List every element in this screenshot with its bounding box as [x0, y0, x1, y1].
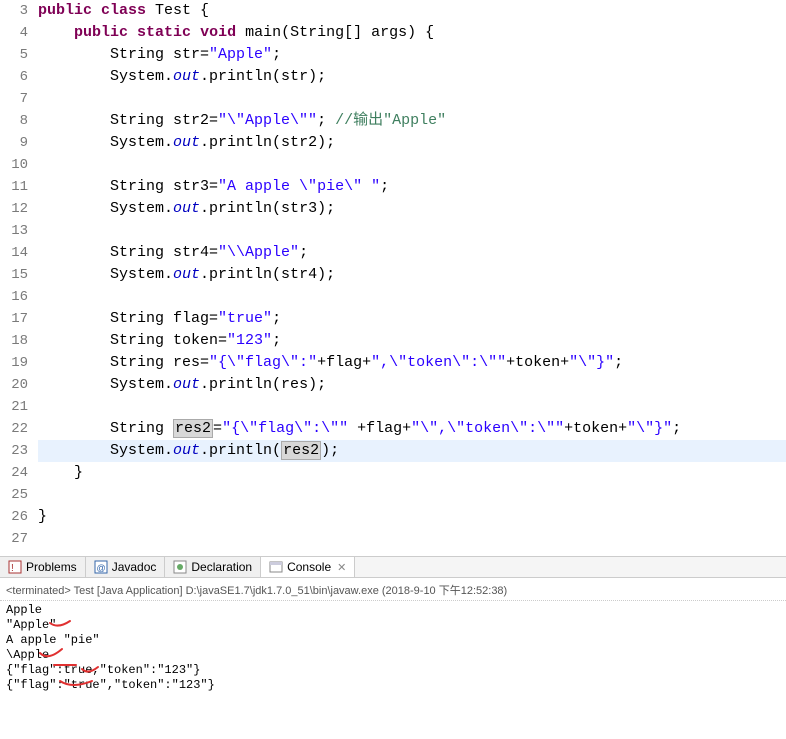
- close-icon[interactable]: ✕: [337, 561, 346, 574]
- code-line[interactable]: System.out.println(str4);: [38, 264, 786, 286]
- code-line[interactable]: }: [38, 462, 786, 484]
- console-icon: [269, 560, 283, 574]
- code-line[interactable]: System.out.println(res);: [38, 374, 786, 396]
- line-number: 10: [0, 154, 28, 176]
- line-number: 21: [0, 396, 28, 418]
- code-line[interactable]: String str2="\"Apple\""; //输出"Apple": [38, 110, 786, 132]
- tab-javadoc[interactable]: @ Javadoc: [86, 557, 166, 577]
- svg-text:!: !: [11, 563, 14, 574]
- code-line[interactable]: String str="Apple";: [38, 44, 786, 66]
- line-number: 17: [0, 308, 28, 330]
- code-line[interactable]: public class Test {: [38, 0, 786, 22]
- line-number: 27: [0, 528, 28, 550]
- code-line[interactable]: String str3="A apple \"pie\" ";: [38, 176, 786, 198]
- javadoc-icon: @: [94, 560, 108, 574]
- code-line[interactable]: [38, 154, 786, 176]
- console-line: Apple: [6, 603, 780, 618]
- code-line[interactable]: System.out.println(str2);: [38, 132, 786, 154]
- code-line[interactable]: [38, 528, 786, 550]
- code-line[interactable]: [38, 484, 786, 506]
- line-number: 12: [0, 198, 28, 220]
- tab-problems[interactable]: ! Problems: [0, 557, 86, 577]
- line-number: 16: [0, 286, 28, 308]
- code-line[interactable]: String flag="true";: [38, 308, 786, 330]
- code-line[interactable]: [38, 396, 786, 418]
- declaration-icon: [173, 560, 187, 574]
- line-number: 11: [0, 176, 28, 198]
- tab-label: Declaration: [191, 560, 252, 574]
- console-output[interactable]: Apple"Apple"A apple "pie" \Apple{"flag":…: [0, 601, 786, 701]
- line-number: 13: [0, 220, 28, 242]
- line-number: 19: [0, 352, 28, 374]
- line-number: 5: [0, 44, 28, 66]
- code-line[interactable]: System.out.println(res2);: [38, 440, 786, 462]
- line-number: 8: [0, 110, 28, 132]
- tab-declaration[interactable]: Declaration: [165, 557, 261, 577]
- code-area[interactable]: public class Test { public static void m…: [34, 0, 786, 550]
- code-line[interactable]: System.out.println(str);: [38, 66, 786, 88]
- code-line[interactable]: String str4="\\Apple";: [38, 242, 786, 264]
- code-line[interactable]: }: [38, 506, 786, 528]
- code-line[interactable]: String token="123";: [38, 330, 786, 352]
- line-number: 23: [0, 440, 28, 462]
- line-number: 15: [0, 264, 28, 286]
- code-line[interactable]: String res2="{\"flag\":\"" +flag+"\",\"t…: [38, 418, 786, 440]
- console-line: {"flag":true,"token":"123"}: [6, 663, 780, 678]
- problems-icon: !: [8, 560, 22, 574]
- tab-label: Console: [287, 560, 331, 574]
- panel-tabs: ! Problems @ Javadoc Declaration Console…: [0, 557, 786, 578]
- line-number: 3: [0, 0, 28, 22]
- line-number: 18: [0, 330, 28, 352]
- line-number: 4: [0, 22, 28, 44]
- tab-label: Problems: [26, 560, 77, 574]
- code-line[interactable]: System.out.println(str3);: [38, 198, 786, 220]
- code-line[interactable]: [38, 88, 786, 110]
- console-line: A apple "pie": [6, 633, 780, 648]
- code-editor[interactable]: 3456789101112131415161718192021222324252…: [0, 0, 786, 550]
- console-line: \Apple: [6, 648, 780, 663]
- code-line[interactable]: [38, 286, 786, 308]
- console-line: {"flag":"true","token":"123"}: [6, 678, 780, 693]
- bottom-panel: ! Problems @ Javadoc Declaration Console…: [0, 556, 786, 701]
- line-number: 22: [0, 418, 28, 440]
- tab-console[interactable]: Console ✕: [261, 556, 355, 577]
- line-gutter: 3456789101112131415161718192021222324252…: [0, 0, 34, 550]
- code-line[interactable]: public static void main(String[] args) {: [38, 22, 786, 44]
- line-number: 24: [0, 462, 28, 484]
- tab-label: Javadoc: [112, 560, 157, 574]
- line-number: 9: [0, 132, 28, 154]
- console-line: "Apple": [6, 618, 780, 633]
- terminated-status: <terminated> Test [Java Application] D:\…: [0, 578, 786, 601]
- line-number: 7: [0, 88, 28, 110]
- line-number: 20: [0, 374, 28, 396]
- code-line[interactable]: String res="{\"flag\":"+flag+",\"token\"…: [38, 352, 786, 374]
- line-number: 14: [0, 242, 28, 264]
- line-number: 25: [0, 484, 28, 506]
- code-line[interactable]: [38, 220, 786, 242]
- line-number: 26: [0, 506, 28, 528]
- line-number: 6: [0, 66, 28, 88]
- svg-text:@: @: [96, 563, 105, 573]
